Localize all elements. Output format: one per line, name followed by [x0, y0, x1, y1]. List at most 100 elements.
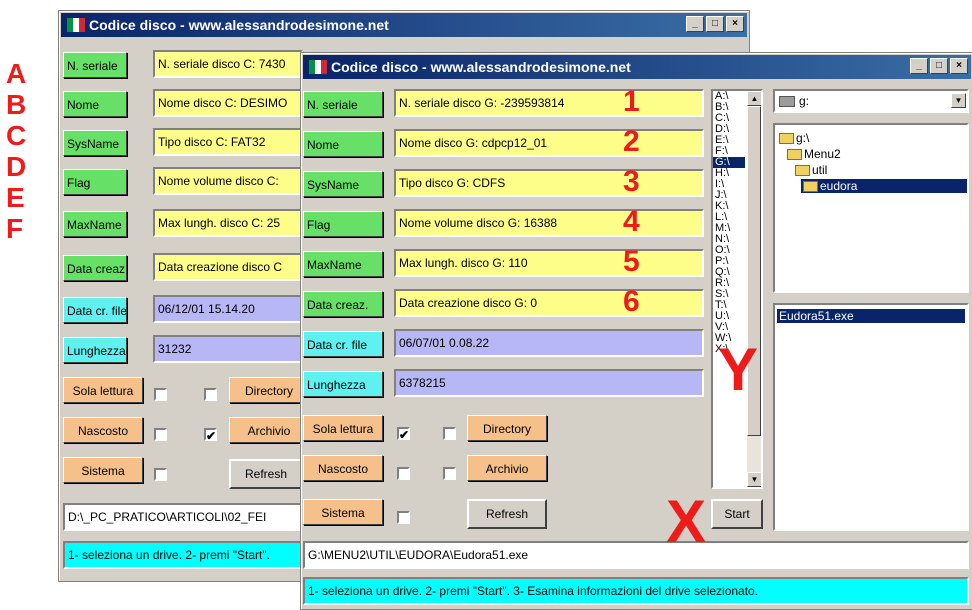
front-field-serial[interactable]: N. seriale disco G: -239593814: [394, 89, 704, 117]
tree-item-menu2[interactable]: Menu2: [787, 147, 841, 161]
tree-item-eudora[interactable]: eudora: [801, 179, 967, 193]
annotation-number-4: 4: [623, 205, 640, 238]
front-label-creation-date: Data creaz.: [303, 291, 383, 317]
minimize-button[interactable]: _: [686, 16, 704, 32]
side-letter-c: C: [6, 120, 27, 151]
front-label-system: Sistema: [303, 499, 383, 525]
combo-dropdown-icon[interactable]: ▼: [951, 93, 966, 108]
back-label-readonly: Sola lettura: [63, 377, 143, 403]
back-system-checkbox[interactable]: [154, 468, 167, 481]
front-field-flag[interactable]: Nome volume disco G: 16388: [394, 209, 704, 237]
italy-flag-icon: [309, 60, 327, 74]
back-label-name: Nome: [63, 91, 127, 117]
drive-list[interactable]: A:\ B:\ C:\ D:\ E:\ F:\ G:\ H:\ I:\ J:\ K:\ L:\ M:\ N…: [711, 89, 763, 489]
front-field-name[interactable]: Nome disco G: cdpcp12_01: [394, 129, 704, 157]
drive-icon: [779, 96, 795, 108]
front-window-title: Codice disco - www.alessandrodesimone.ne…: [331, 59, 631, 75]
back-status-bar: 1- seleziona un drive. 2- premi "Start".: [63, 541, 303, 569]
back-refresh-button[interactable]: Refresh: [229, 459, 303, 489]
maximize-button[interactable]: □: [706, 16, 724, 32]
side-letters: A B C D E F: [6, 58, 26, 244]
folder-tree[interactable]: g:\ Menu2 util eudora: [773, 123, 969, 293]
front-field-length[interactable]: 6378215: [394, 369, 704, 397]
start-button[interactable]: Start: [711, 499, 763, 529]
front-path-field[interactable]: G:\MENU2\UTIL\EUDORA\Eudora51.exe: [303, 541, 969, 569]
side-letter-d: D: [6, 151, 27, 182]
front-label-file-date: Data cr. file: [303, 331, 383, 357]
back-path-field[interactable]: D:\_PC_PRATICO\ARTICOLI\02_FEI: [63, 503, 303, 531]
front-label-readonly: Sola lettura: [303, 415, 383, 441]
front-label-maxname: MaxName: [303, 251, 383, 277]
front-system-checkbox[interactable]: [397, 511, 410, 524]
back-hidden-checkbox[interactable]: [154, 428, 167, 441]
front-status-bar: 1- seleziona un drive. 2- premi "Start".…: [303, 577, 969, 605]
drive-combo[interactable]: g: ▼: [773, 89, 969, 113]
back-label-serial: N. seriale: [63, 52, 127, 78]
side-letter-e: E: [6, 182, 25, 213]
back-archive-checkbox[interactable]: ✔: [204, 428, 217, 442]
back-field-sysname[interactable]: Tipo disco C: FAT32: [153, 128, 303, 156]
back-label-hidden: Nascosto: [63, 417, 143, 443]
front-directory-checkbox[interactable]: [443, 427, 456, 440]
file-item[interactable]: Eudora51.exe: [777, 309, 965, 323]
italy-flag-icon: [67, 18, 85, 32]
back-label-creation-date: Data creaz.: [63, 255, 127, 281]
back-field-file-date[interactable]: 06/12/01 15.14.20: [153, 295, 303, 323]
front-label-name: Nome: [303, 131, 383, 157]
minimize-button[interactable]: _: [910, 58, 928, 74]
front-label-serial: N. seriale: [303, 91, 383, 117]
front-title-bar[interactable]: Codice disco - www.alessandrodesimone.ne…: [303, 55, 971, 79]
maximize-button[interactable]: □: [930, 58, 948, 74]
scroll-up-icon[interactable]: ▲: [747, 91, 761, 106]
scroll-down-icon[interactable]: ▼: [747, 472, 761, 487]
back-title-bar[interactable]: Codice disco - www.alessandrodesimone.ne…: [61, 13, 747, 37]
back-field-name[interactable]: Nome disco C: DESIMO: [153, 89, 303, 117]
file-list[interactable]: Eudora51.exe: [773, 303, 969, 531]
front-archive-checkbox[interactable]: [443, 467, 456, 480]
front-field-file-date[interactable]: 06/07/01 0.08.22: [394, 329, 704, 357]
back-label-length: Lunghezza: [63, 337, 127, 363]
side-letter-a: A: [6, 58, 27, 89]
open-folder-icon: [803, 181, 818, 193]
front-window: Codice disco - www.alessandrodesimone.ne…: [300, 52, 972, 610]
back-field-creation-date[interactable]: Data creazione disco C: [153, 253, 303, 281]
front-hidden-checkbox[interactable]: [397, 467, 410, 480]
back-label-directory: Directory: [229, 377, 309, 403]
tree-item-label: g:\: [796, 131, 810, 145]
annotation-number-1: 1: [623, 85, 640, 118]
front-label-length: Lunghezza: [303, 371, 383, 397]
side-letter-f: F: [6, 213, 24, 244]
back-field-maxname[interactable]: Max lungh. disco C: 25: [153, 209, 303, 237]
annotation-x: X: [666, 488, 707, 555]
back-label-archive: Archivio: [229, 417, 309, 443]
front-label-flag: Flag: [303, 211, 383, 237]
annotation-number-2: 2: [623, 125, 640, 158]
back-label-file-date: Data cr. file: [63, 297, 127, 323]
tree-item-util[interactable]: util: [795, 163, 827, 177]
annotation-y: Y: [718, 336, 759, 403]
annotation-number-3: 3: [623, 165, 640, 198]
front-field-creation-date[interactable]: Data creazione disco G: 0: [394, 289, 704, 317]
back-field-serial[interactable]: N. seriale disco C: 7430: [153, 50, 303, 78]
back-window-title: Codice disco - www.alessandrodesimone.ne…: [89, 17, 389, 33]
front-label-directory: Directory: [467, 415, 547, 441]
back-directory-checkbox[interactable]: [204, 388, 217, 401]
front-label-hidden: Nascosto: [303, 455, 383, 481]
close-button[interactable]: ×: [726, 16, 744, 32]
tree-item-root[interactable]: g:\: [779, 131, 809, 145]
front-field-sysname[interactable]: Tipo disco G: CDFS: [394, 169, 704, 197]
drive-scrollbar[interactable]: ▲ ▼: [747, 91, 761, 487]
back-label-system: Sistema: [63, 457, 143, 483]
tree-item-label: Menu2: [804, 147, 841, 161]
front-refresh-button[interactable]: Refresh: [467, 499, 547, 529]
back-readonly-checkbox[interactable]: [154, 388, 167, 401]
front-field-maxname[interactable]: Max lungh. disco G: 110: [394, 249, 704, 277]
front-readonly-checkbox[interactable]: ✔: [397, 427, 410, 441]
back-field-length[interactable]: 31232: [153, 335, 303, 363]
annotation-number-6: 6: [623, 285, 640, 318]
back-field-flag[interactable]: Nome volume disco C:: [153, 167, 303, 195]
close-button[interactable]: ×: [950, 58, 968, 74]
side-letter-b: B: [6, 89, 27, 120]
open-folder-icon: [787, 149, 802, 161]
drive-combo-value: g:: [799, 94, 810, 108]
